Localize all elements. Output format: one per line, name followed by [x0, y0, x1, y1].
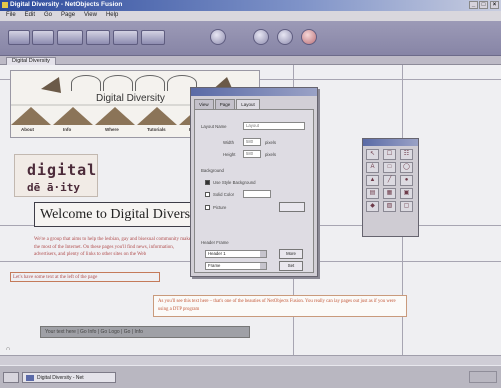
- document-tab[interactable]: Digital Diversity: [6, 57, 56, 65]
- window-title: Digital Diversity - NetObjects Fusion: [10, 1, 123, 8]
- frame2-select[interactable]: Frame: [205, 262, 267, 270]
- set-button[interactable]: Set: [279, 261, 303, 271]
- layout-panel: Layout Name Layout Width 580 pixels Heig…: [194, 109, 314, 273]
- preview-button[interactable]: [301, 29, 317, 45]
- width-label: Width: [223, 140, 234, 145]
- status-bar: [0, 355, 501, 365]
- logo-line1: digital: [27, 161, 98, 179]
- layout-name-field[interactable]: Layout: [243, 122, 305, 130]
- frames-label: Header Frame: [201, 240, 229, 245]
- tools-palette: ↖ ☐ ☷ A □ ◯ ▲ ╱ ● ▤ ▦ ▣ ◆ ▧ ▢: [362, 138, 419, 237]
- publish-view-button[interactable]: [113, 30, 138, 45]
- style-view-button[interactable]: [57, 30, 83, 45]
- tool-button[interactable]: ◆: [366, 201, 379, 212]
- height-field[interactable]: 580: [243, 150, 261, 158]
- nav-where[interactable]: Where: [95, 127, 137, 132]
- tool-button[interactable]: A: [366, 162, 379, 173]
- page-view-button[interactable]: [32, 30, 54, 45]
- tool-button[interactable]: ▢: [400, 201, 413, 212]
- tool-button[interactable]: ▦: [383, 188, 396, 199]
- width-unit: pixels: [265, 140, 276, 145]
- footer-nav-bar[interactable]: Your text here | Go Info | Go Logo | Go …: [40, 326, 250, 338]
- main-toolbar: [0, 21, 501, 56]
- solid-color-label: Solid Color: [213, 192, 235, 197]
- menu-help[interactable]: Help: [106, 12, 118, 21]
- tool-button[interactable]: ●: [400, 175, 413, 186]
- background-label: Background: [201, 168, 224, 173]
- tool-button[interactable]: ☷: [400, 149, 413, 160]
- tab-view[interactable]: View: [194, 99, 214, 109]
- menu-page[interactable]: Page: [61, 12, 75, 21]
- logo-line2: dē ā·ity: [27, 181, 80, 194]
- tool-button[interactable]: ▤: [366, 188, 379, 199]
- browse-picture-button[interactable]: [279, 202, 305, 212]
- intro-text[interactable]: We're a group that aims to help the lesb…: [34, 236, 194, 266]
- taskbar-item[interactable]: Digital Diversity - Net: [22, 372, 116, 383]
- properties-tabs: View Page Layout: [194, 99, 260, 109]
- close-button[interactable]: ×: [490, 1, 499, 9]
- tool-button[interactable]: ▣: [400, 188, 413, 199]
- back-button[interactable]: [210, 29, 226, 45]
- tool-button[interactable]: ☐: [383, 149, 396, 160]
- go-down-button[interactable]: [277, 29, 293, 45]
- app-icon: [2, 2, 8, 8]
- assets-view-button[interactable]: [86, 30, 110, 45]
- tab-layout[interactable]: Layout: [236, 99, 260, 109]
- menu-view[interactable]: View: [84, 12, 97, 21]
- nav-about[interactable]: About: [11, 127, 53, 132]
- app-icon: [26, 375, 34, 381]
- frame1-select[interactable]: Header 1: [205, 250, 267, 258]
- logo-image[interactable]: digital dē ā·ity: [14, 154, 98, 197]
- tool-button[interactable]: □: [383, 162, 396, 173]
- nav-tutorials[interactable]: Tutorials: [137, 127, 179, 132]
- picture-label: Picture: [213, 205, 227, 210]
- taskbar-item-label: Digital Diversity - Net: [37, 375, 84, 381]
- menu-go[interactable]: Go: [44, 12, 52, 21]
- width-field[interactable]: 580: [243, 138, 261, 146]
- use-style-label: Use Style Background: [213, 180, 256, 185]
- tools-palette-titlebar[interactable]: [363, 139, 418, 146]
- tool-button[interactable]: ╱: [383, 175, 396, 186]
- maximize-button[interactable]: □: [479, 1, 488, 9]
- height-unit: pixels: [265, 152, 276, 157]
- more-button[interactable]: More: [279, 249, 303, 259]
- left-note-text[interactable]: Let's have some text at the left of the …: [10, 272, 160, 282]
- banner-title: Digital Diversity: [96, 93, 165, 104]
- properties-palette: View Page Layout Layout Name Layout Widt…: [190, 87, 318, 277]
- publish-button[interactable]: [141, 30, 165, 45]
- taskbar: Digital Diversity - Net: [0, 365, 501, 388]
- start-button[interactable]: [3, 372, 19, 383]
- tool-button[interactable]: ◯: [400, 162, 413, 173]
- layout-name-label: Layout Name: [201, 124, 227, 129]
- tool-button[interactable]: ▲: [366, 175, 379, 186]
- welcome-heading[interactable]: Welcome to Digital Diversity: [34, 202, 194, 227]
- properties-titlebar[interactable]: [191, 88, 317, 96]
- tool-button[interactable]: ↖: [366, 149, 379, 160]
- use-style-radio[interactable]: [205, 180, 210, 185]
- mid-note-text[interactable]: As you'll see this text here – that's on…: [153, 295, 407, 317]
- color-swatch[interactable]: [243, 190, 271, 198]
- go-up-button[interactable]: [253, 29, 269, 45]
- system-tray: [469, 371, 497, 383]
- window-titlebar: Digital Diversity - NetObjects Fusion _ …: [0, 0, 501, 11]
- minimize-button[interactable]: _: [469, 1, 478, 9]
- tool-button[interactable]: ▧: [383, 201, 396, 212]
- tab-page[interactable]: Page: [214, 99, 236, 109]
- menu-bar: File Edit Go Page View Help: [0, 11, 501, 21]
- solid-color-radio[interactable]: [205, 192, 210, 197]
- document-tab-strip: Digital Diversity: [0, 56, 501, 65]
- picture-radio[interactable]: [205, 205, 210, 210]
- menu-file[interactable]: File: [6, 12, 16, 21]
- menu-edit[interactable]: Edit: [25, 12, 35, 21]
- site-view-button[interactable]: [8, 30, 30, 45]
- nav-info[interactable]: Info: [53, 127, 95, 132]
- height-label: Height: [223, 152, 236, 157]
